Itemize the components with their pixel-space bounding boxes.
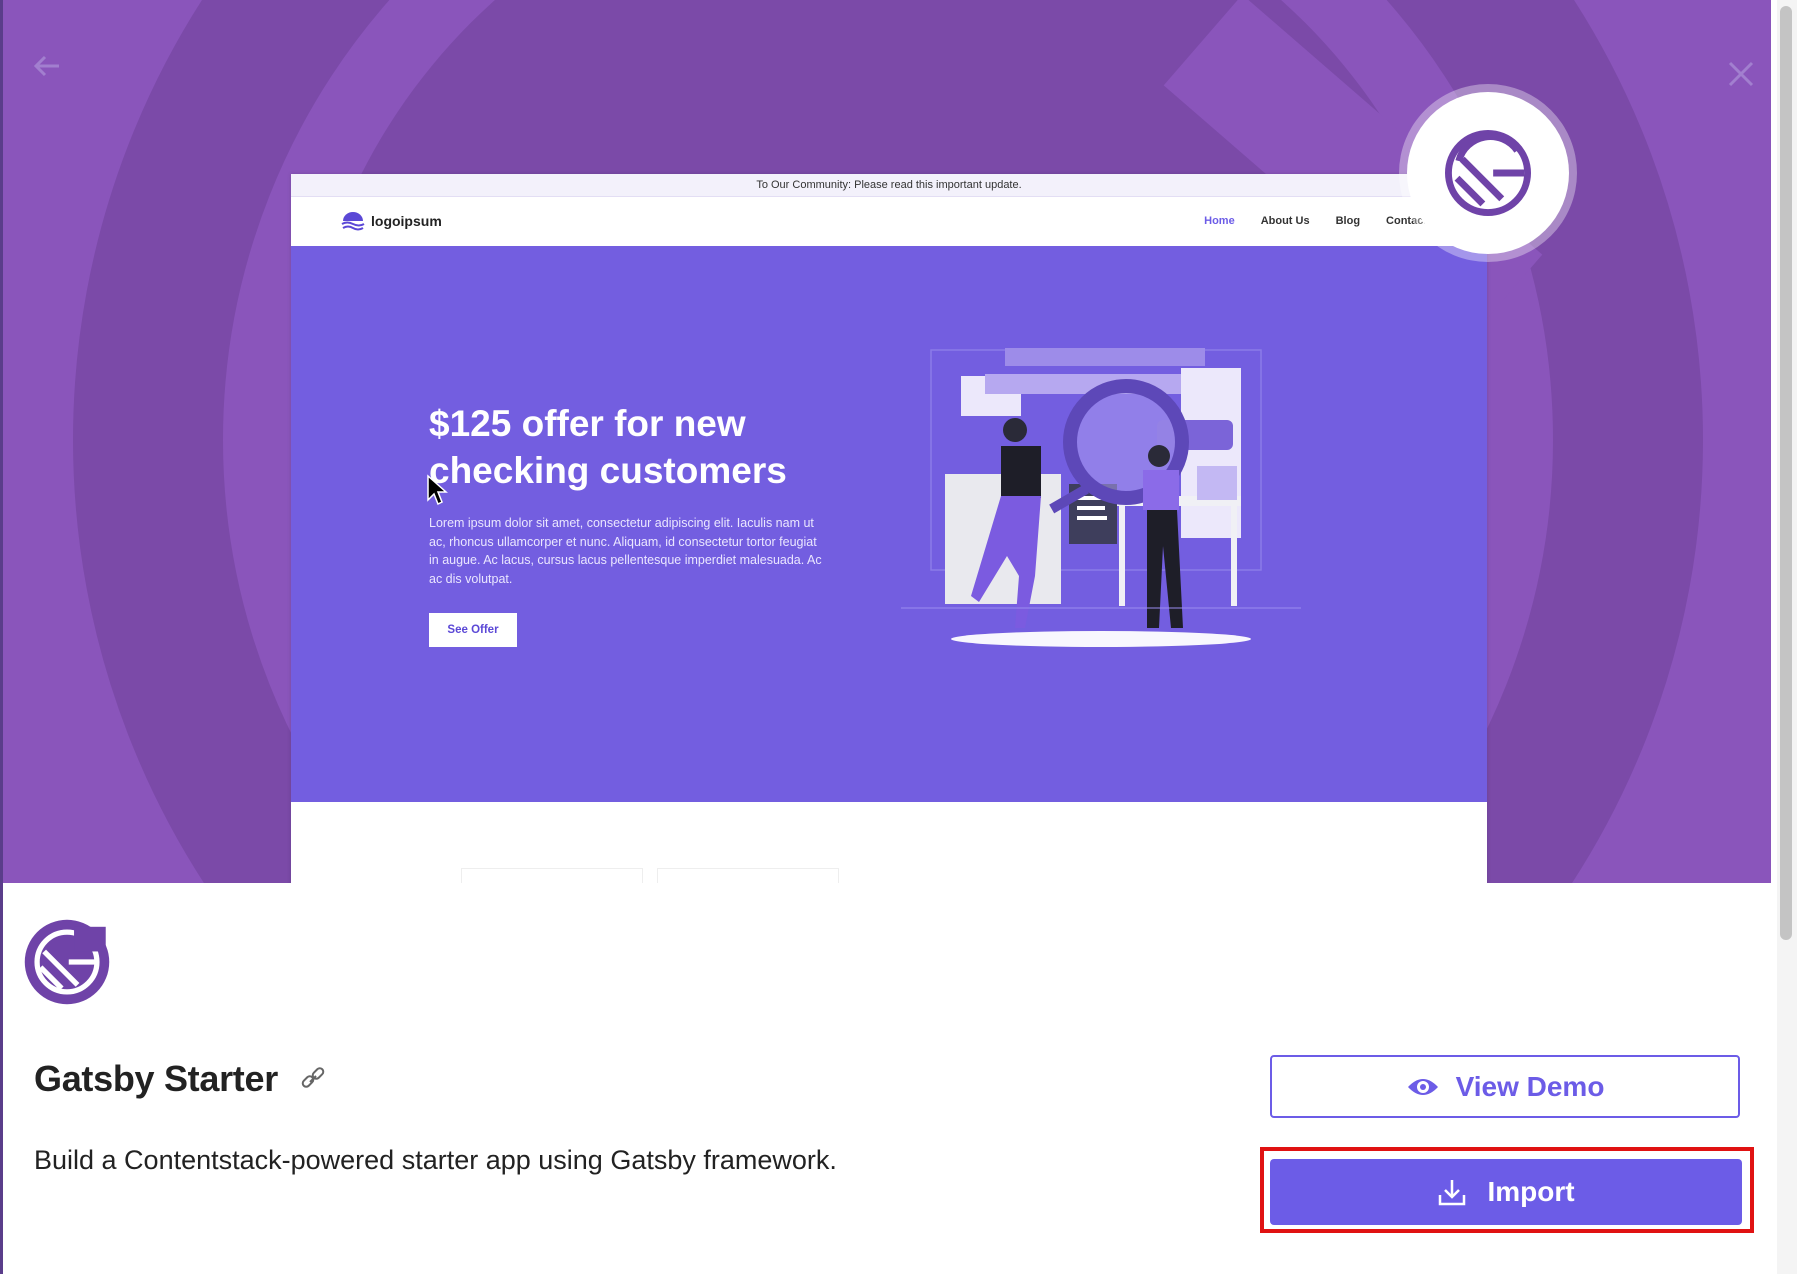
preview-site-nav: logoipsum Home About Us Blog Contact — [291, 197, 1487, 247]
eye-icon — [1407, 1078, 1438, 1095]
view-demo-label: View Demo — [1455, 1070, 1605, 1102]
view-demo-button[interactable]: View Demo — [1270, 1055, 1740, 1118]
starter-title: Gatsby Starter — [34, 1058, 278, 1099]
preview-illustration — [901, 348, 1301, 647]
import-label: Import — [1487, 1176, 1575, 1207]
preview-announcement: To Our Community: Please read this impor… — [291, 174, 1487, 197]
link-icon[interactable] — [298, 1064, 328, 1094]
import-button[interactable]: Import — [1270, 1159, 1742, 1225]
gatsby-logo-badge — [1407, 92, 1569, 254]
preview-logo: logoipsum — [341, 211, 442, 231]
hero-banner: To Our Community: Please read this impor… — [3, 0, 1771, 883]
preview-nav-blog: Blog — [1335, 215, 1361, 227]
starter-title-row: Gatsby Starter — [34, 1058, 328, 1100]
preview-body-text: Lorem ipsum dolor sit amet, consectetur … — [429, 516, 822, 586]
starter-description: Build a Contentstack-powered starter app… — [34, 1145, 837, 1175]
preview-headline: $125 offer for new checking customers — [429, 403, 787, 491]
starter-preview-screenshot: To Our Community: Please read this impor… — [291, 174, 1487, 883]
preview-nav-links: Home About Us Blog Contact — [1204, 215, 1427, 227]
preview-nav-about: About Us — [1260, 215, 1310, 227]
preview-hero: $125 offer for new checking customers Lo… — [291, 246, 1487, 802]
scrollbar-thumb[interactable] — [1780, 6, 1792, 940]
gatsby-logo-icon — [23, 918, 111, 1006]
mouse-cursor-icon — [427, 474, 448, 506]
preview-logo-text: logoipsum — [371, 213, 442, 229]
gatsby-logo-icon — [1445, 130, 1531, 216]
close-icon[interactable] — [1723, 56, 1759, 92]
preview-card-outline — [657, 868, 839, 883]
back-arrow-icon[interactable] — [29, 48, 65, 84]
download-icon — [1439, 1180, 1466, 1206]
preview-nav-home: Home — [1204, 215, 1235, 227]
starter-detail-modal: To Our Community: Please read this impor… — [3, 0, 1771, 1274]
preview-card-outline — [461, 868, 643, 883]
logoipsum-icon — [341, 212, 365, 231]
preview-cta-button: See Offer — [429, 613, 517, 647]
